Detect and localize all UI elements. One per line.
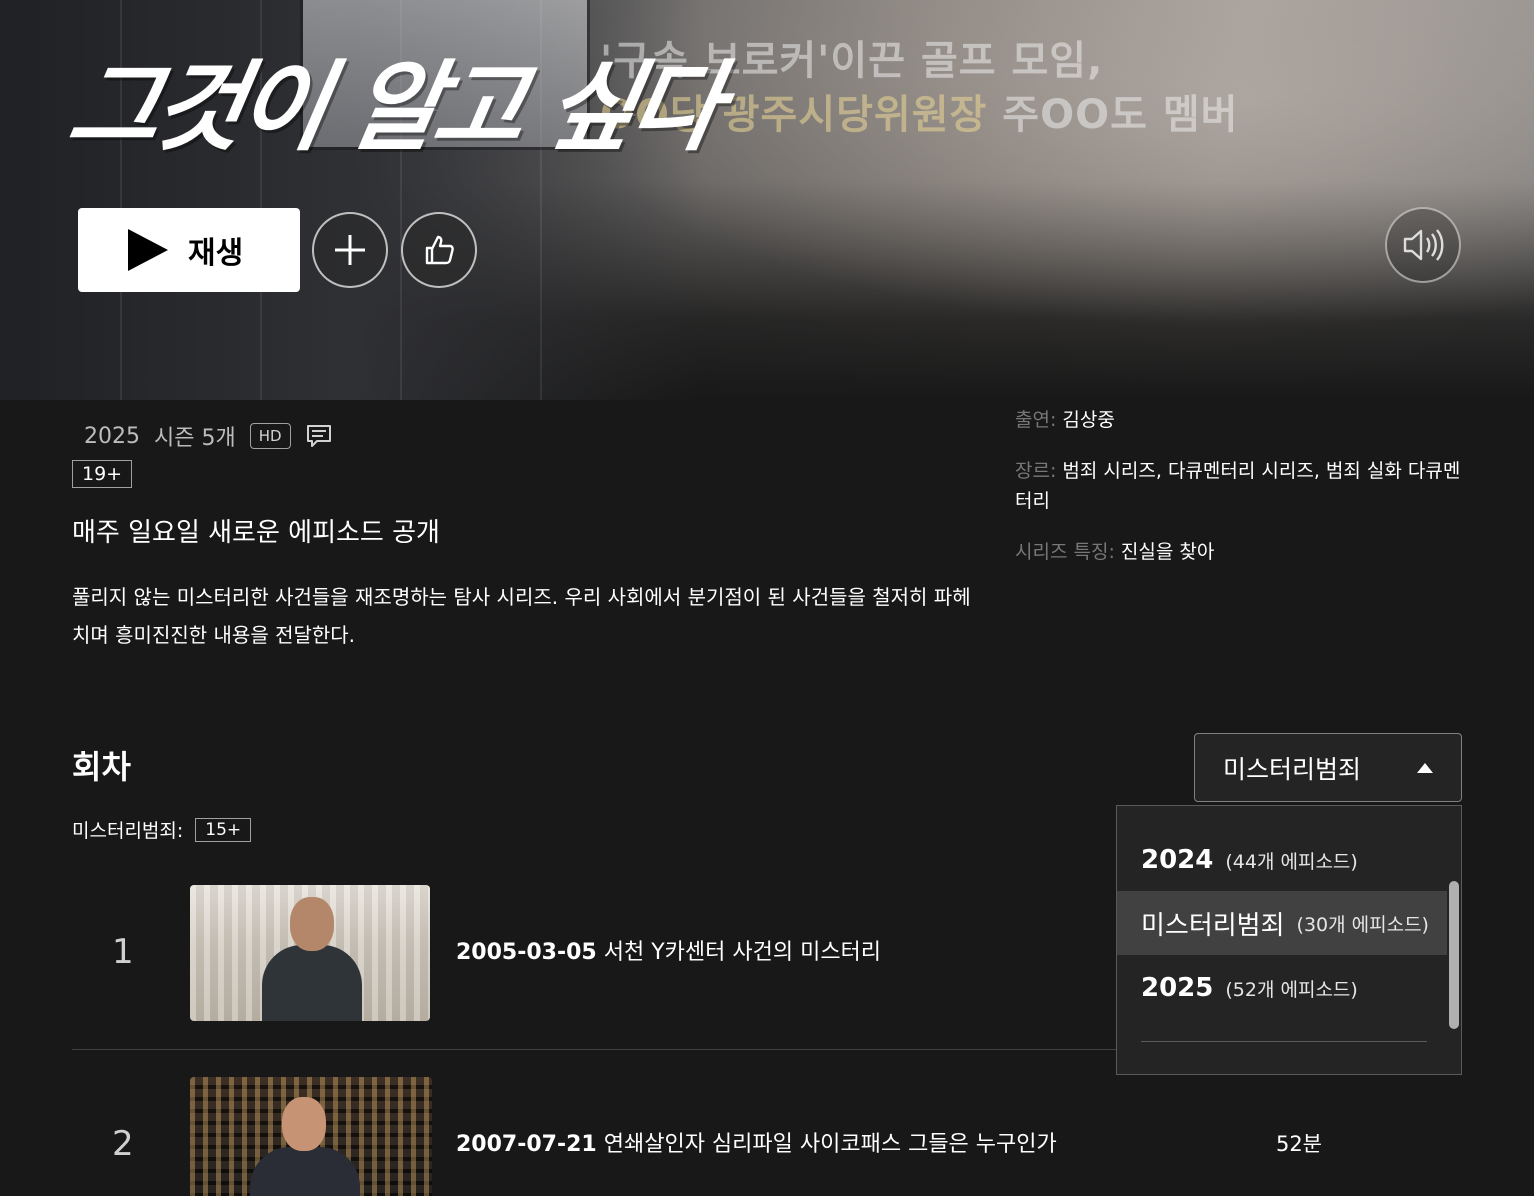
add-to-list-button[interactable]: [312, 212, 388, 288]
volume-button[interactable]: [1385, 207, 1461, 283]
play-label: 재생: [188, 236, 244, 271]
play-button[interactable]: 재생: [78, 208, 300, 292]
maturity-rating-badge: 19+: [72, 460, 133, 488]
episode-title-text: 연쇄살인자 심리파일 사이코패스 그들은 누구인가: [603, 1132, 1057, 1157]
subtitles-icon: [306, 425, 331, 447]
cast-label: 출연:: [1015, 409, 1057, 431]
episode-title-text: 서천 Y카센터 사건의 미스터리: [603, 940, 882, 965]
episode-title: 2007-07-21 연쇄살인자 심리파일 사이코패스 그들은 누구인가: [456, 1126, 1057, 1158]
genres-value[interactable]: 범죄 시리즈, 다큐멘터리 시리즈, 범죄 실화 다큐멘터리: [1015, 460, 1460, 512]
thumbs-up-icon: [425, 235, 454, 265]
meta-row: 2025 시즌 5개 HD: [84, 420, 333, 452]
episode-date: 2005-03-05: [456, 940, 597, 965]
cast-value[interactable]: 김상중: [1062, 409, 1114, 431]
episode-number: 2: [112, 1124, 134, 1164]
season-menu: 2024 (44개 에피소드) 미스터리범죄 (30개 에피소드) 2025 (…: [1116, 805, 1462, 1075]
season-option-mystery-crime[interactable]: 미스터리범죄 (30개 에피소드): [1117, 891, 1447, 955]
episode-thumbnail[interactable]: [190, 1077, 432, 1196]
season-label-row: 미스터리범죄: 15+: [72, 816, 252, 843]
season-option-name: 미스터리범죄: [1141, 910, 1285, 941]
hero-banner: '구속 브로커'이끈 골프 모임, OO당 광주시당위원장 주OO도 멤버 그것…: [0, 0, 1534, 400]
season-dropdown[interactable]: 미스터리범죄: [1194, 733, 1462, 802]
synopsis: 풀리지 않는 미스터리한 사건들을 재조명하는 탐사 시리즈. 우리 사회에서 …: [72, 585, 971, 647]
season-menu-divider: [1141, 1041, 1427, 1042]
episodes-heading: 회차: [72, 748, 131, 786]
traits-value[interactable]: 진실을 찾아: [1121, 541, 1214, 563]
season-option-name: 2025: [1141, 973, 1214, 1003]
season-option-count: (52개 에피소드): [1225, 978, 1358, 1001]
season-menu-scrollbar[interactable]: [1449, 881, 1459, 1029]
caret-up-icon: [1417, 762, 1433, 773]
season-option-name: 2024: [1141, 845, 1214, 875]
season-option-2025[interactable]: 2025 (52개 에피소드): [1117, 956, 1447, 1020]
genres-label: 장르:: [1015, 460, 1057, 482]
traits-label: 시리즈 특징:: [1015, 541, 1115, 563]
episode-thumbnail[interactable]: [190, 885, 430, 1021]
traits-info: 시리즈 특징: 진실을 찾아: [1015, 537, 1465, 567]
hd-badge: HD: [249, 423, 291, 449]
season-option-count: (44개 에피소드): [1225, 850, 1358, 873]
season-option-count: (30개 에피소드): [1296, 913, 1429, 936]
release-year: 2025: [84, 423, 140, 449]
show-title-logo: 그것이 알고 싶다: [60, 51, 726, 165]
season-rating-badge: 15+: [195, 817, 252, 842]
play-icon: [128, 229, 168, 271]
like-button[interactable]: [401, 212, 477, 288]
season-dropdown-label: 미스터리범죄: [1223, 754, 1362, 784]
episode-number: 1: [112, 932, 134, 972]
cast-info: 출연: 김상중: [1015, 405, 1465, 435]
episode-duration: 52분: [1275, 1132, 1322, 1156]
tagline: 매주 일요일 새로운 에피소드 공개: [72, 518, 440, 548]
volume-icon: [1403, 229, 1444, 261]
episode-date: 2007-07-21: [456, 1132, 597, 1157]
hero-caption-rest: 주OO도 멤버: [1002, 92, 1239, 138]
season-label: 미스터리범죄:: [72, 820, 184, 842]
plus-icon: [335, 235, 365, 265]
genres-info: 장르: 범죄 시리즈, 다큐멘터리 시리즈, 범죄 실화 다큐멘터리: [1015, 456, 1465, 516]
season-count: 시즌 5개: [154, 426, 236, 451]
episode-title: 2005-03-05 서천 Y카센터 사건의 미스터리: [456, 934, 881, 966]
season-option-2024[interactable]: 2024 (44개 에피소드): [1117, 828, 1447, 892]
